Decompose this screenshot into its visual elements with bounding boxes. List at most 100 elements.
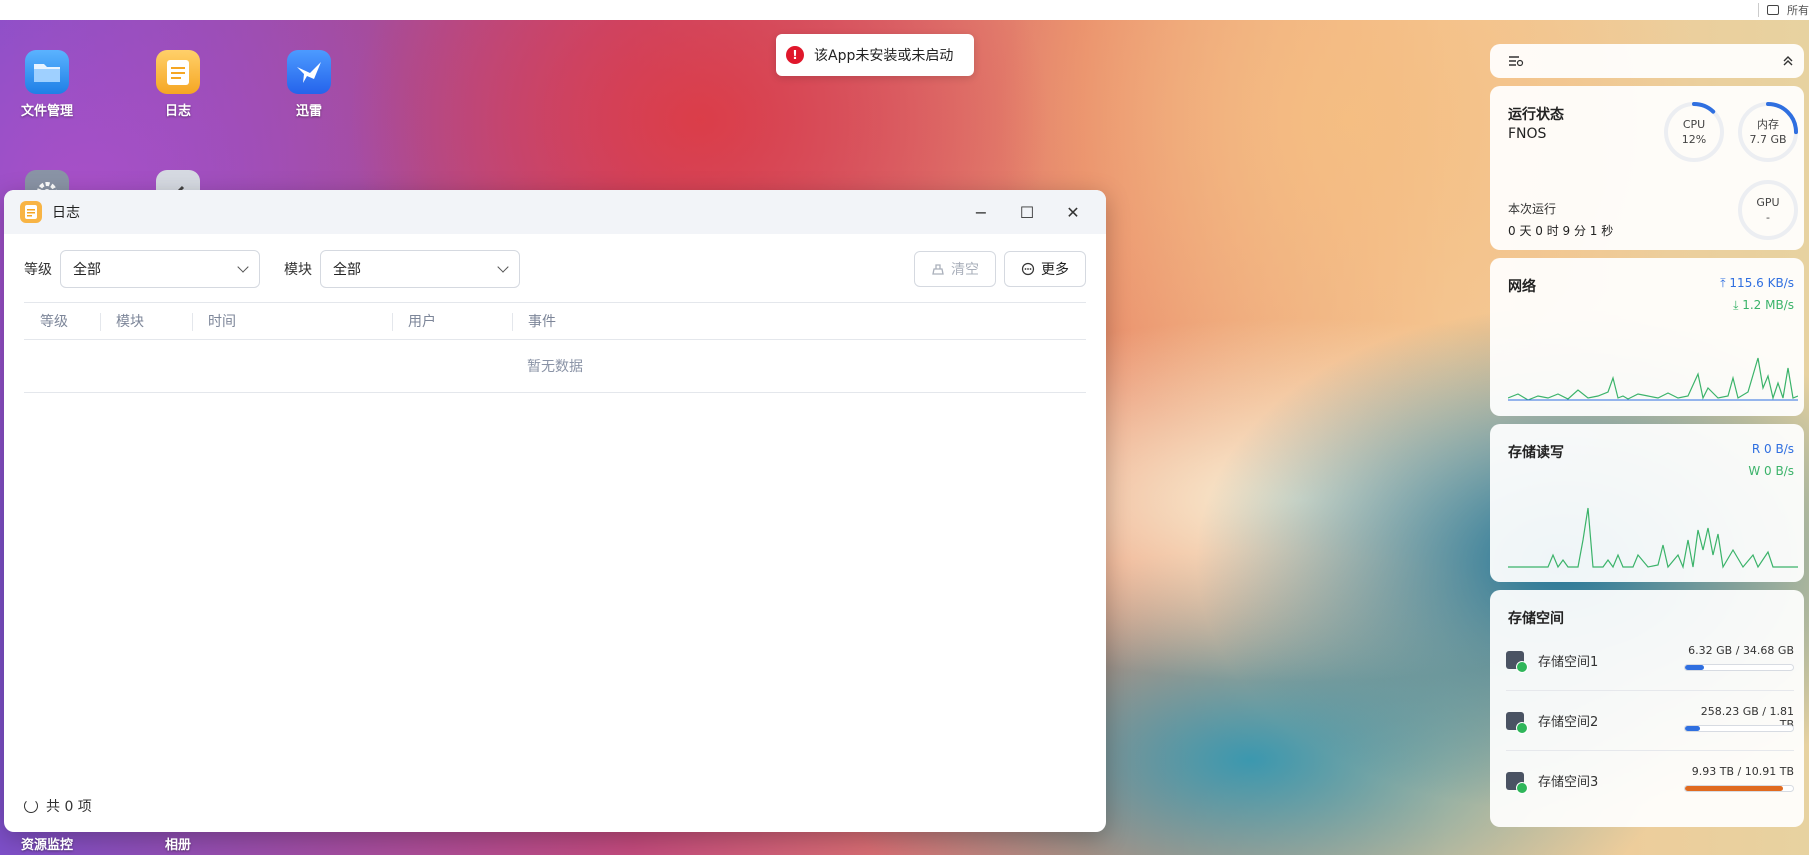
error-toast: ! 该App未安装或未启动 bbox=[776, 34, 974, 76]
chevron-down-icon bbox=[237, 261, 249, 273]
log-table: 等级 模块 时间 用户 事件 暂无数据 bbox=[24, 302, 1086, 393]
action-buttons: 清空 更多 bbox=[914, 251, 1086, 287]
uptime-value: 0 天 0 时 9 分 1 秒 bbox=[1508, 224, 1614, 238]
storage-total: 34.68 GB bbox=[1742, 644, 1794, 657]
clear-button[interactable]: 清空 bbox=[914, 251, 996, 287]
storage-used: 6.32 GB bbox=[1688, 644, 1733, 657]
memory-label: 内存 bbox=[1757, 118, 1779, 131]
level-select-value: 全部 bbox=[73, 262, 101, 278]
top-bar: 所有 bbox=[0, 0, 1809, 20]
top-bar-right: 所有 bbox=[1758, 0, 1809, 20]
desktop-icon-label[interactable]: 资源监控 bbox=[0, 834, 97, 853]
folder-icon bbox=[25, 50, 69, 94]
module-select-value: 全部 bbox=[333, 262, 361, 278]
download-value: 1.2 MB/s bbox=[1742, 298, 1794, 312]
item-count: 共 0 项 bbox=[46, 799, 92, 815]
status-widget: 运行状态 FNOS 本次运行 0 天 0 时 9 分 1 秒 CPU 12% 内存… bbox=[1490, 86, 1804, 250]
download-arrow-icon: ⤓ bbox=[1733, 298, 1743, 312]
minimize-button[interactable]: − bbox=[958, 190, 1004, 234]
cpu-value: 12% bbox=[1681, 133, 1707, 146]
module-select[interactable]: 全部 bbox=[320, 250, 520, 288]
more-button-label: 更多 bbox=[1041, 262, 1069, 278]
column-header-module[interactable]: 模块 bbox=[100, 303, 192, 339]
desktop-icon-file-manager[interactable]: 文件管理 bbox=[0, 50, 97, 119]
disk-icon bbox=[1506, 651, 1528, 673]
table-header: 等级 模块 时间 用户 事件 bbox=[24, 302, 1086, 340]
storage-io-widget: 存储读写 R 0 B/s W 0 B/s bbox=[1490, 424, 1804, 582]
storage-bar bbox=[1684, 725, 1794, 732]
download-speed: ⤓ 1.2 MB/s bbox=[1733, 298, 1794, 313]
gpu-value: - bbox=[1766, 211, 1770, 224]
storage-item[interactable]: 存储空间3 9.93 TB / 10.91 TB bbox=[1506, 750, 1794, 810]
storage-io-sparkline bbox=[1508, 507, 1798, 570]
more-button[interactable]: 更多 bbox=[1004, 251, 1086, 287]
cpu-gauge: CPU 12% bbox=[1662, 100, 1726, 164]
window-controls: − ☐ ✕ bbox=[958, 190, 1096, 234]
desktop-icon-label: 文件管理 bbox=[20, 104, 73, 119]
toast-message: 该App未安装或未启动 bbox=[814, 48, 954, 64]
widget-settings-icon[interactable] bbox=[1508, 55, 1524, 67]
storage-io-title: 存储读写 bbox=[1508, 445, 1564, 461]
storage-name: 存储空间2 bbox=[1538, 715, 1599, 730]
storage-bar bbox=[1684, 664, 1794, 671]
desktop-icon-label[interactable]: 相册 bbox=[128, 834, 228, 853]
gpu-gauge: GPU - bbox=[1736, 178, 1800, 242]
level-select[interactable]: 全部 bbox=[60, 250, 260, 288]
column-header-event[interactable]: 事件 bbox=[512, 303, 1086, 339]
disk-icon bbox=[1506, 771, 1528, 794]
storage-bar bbox=[1684, 785, 1794, 792]
more-icon bbox=[1021, 262, 1035, 276]
upload-value: 115.6 KB/s bbox=[1729, 276, 1794, 290]
network-sparkline bbox=[1508, 357, 1798, 401]
storage-name: 存储空间3 bbox=[1538, 775, 1599, 790]
module-label: 模块 bbox=[284, 262, 312, 278]
column-header-user[interactable]: 用户 bbox=[392, 303, 512, 339]
level-label: 等级 bbox=[24, 262, 52, 278]
storage-space-widget: 存储空间 存储空间1 6.32 GB / 34.68 GB 存储空间2 258.… bbox=[1490, 590, 1804, 827]
write-speed: W 0 B/s bbox=[1748, 464, 1794, 478]
system-name: FNOS bbox=[1508, 126, 1547, 142]
divider bbox=[1758, 3, 1759, 17]
log-window: 日志 − ☐ ✕ 等级 全部 模块 全部 清空 更多 等级 模块 时间 用户 事… bbox=[4, 190, 1106, 832]
storage-item[interactable]: 存储空间2 258.23 GB / 1.81 TB bbox=[1506, 690, 1794, 750]
column-header-level[interactable]: 等级 bbox=[24, 303, 100, 339]
storage-usage: 9.93 TB / 10.91 TB bbox=[1691, 765, 1794, 778]
memory-gauge: 内存 7.7 GB bbox=[1736, 100, 1800, 164]
uptime-label: 本次运行 bbox=[1508, 202, 1557, 216]
window-title-bar[interactable]: 日志 − ☐ ✕ bbox=[4, 190, 1106, 234]
read-speed: R 0 B/s bbox=[1751, 442, 1794, 456]
memory-value: 7.7 GB bbox=[1749, 133, 1787, 146]
storage-used: 258.23 GB bbox=[1700, 705, 1759, 718]
filter-bar: 等级 全部 模块 全部 清空 更多 bbox=[24, 250, 1086, 288]
storage-item[interactable]: 存储空间1 6.32 GB / 34.68 GB bbox=[1506, 630, 1794, 690]
window-title: 日志 bbox=[52, 205, 80, 221]
chevron-down-icon bbox=[497, 261, 509, 273]
top-bar-label[interactable]: 所有 bbox=[1787, 2, 1809, 18]
table-footer: 共 0 项 bbox=[24, 796, 92, 816]
storage-space-title: 存储空间 bbox=[1508, 611, 1564, 627]
cpu-label: CPU bbox=[1682, 118, 1706, 131]
collapse-icon[interactable] bbox=[1782, 54, 1794, 68]
broom-icon bbox=[932, 264, 944, 275]
gpu-label: GPU bbox=[1756, 196, 1780, 209]
storage-total: 10.91 TB bbox=[1744, 765, 1794, 778]
desktop-icon-label: 日志 bbox=[164, 104, 191, 119]
upload-speed: ⤒ 115.6 KB/s bbox=[1720, 276, 1794, 291]
close-button[interactable]: ✕ bbox=[1050, 190, 1096, 234]
desktop-icon-log[interactable]: 日志 bbox=[128, 50, 228, 119]
storage-bar-fill bbox=[1685, 786, 1784, 791]
status-title: 运行状态 bbox=[1508, 107, 1564, 123]
refresh-icon[interactable] bbox=[24, 799, 38, 813]
thunder-bird-icon bbox=[287, 50, 331, 94]
column-header-time[interactable]: 时间 bbox=[192, 303, 392, 339]
disk-icon bbox=[1506, 711, 1528, 734]
desktop-icon-thunder[interactable]: 迅雷 bbox=[259, 50, 359, 119]
window-icon[interactable] bbox=[1767, 5, 1779, 15]
maximize-button[interactable]: ☐ bbox=[1004, 190, 1050, 234]
desktop-icon-label: 迅雷 bbox=[295, 104, 322, 119]
network-widget: 网络 ⤒ 115.6 KB/s ⤓ 1.2 MB/s bbox=[1490, 258, 1804, 416]
log-icon bbox=[156, 50, 200, 94]
error-icon: ! bbox=[786, 46, 804, 64]
storage-bar-fill bbox=[1685, 726, 1701, 731]
network-title: 网络 bbox=[1508, 279, 1536, 295]
